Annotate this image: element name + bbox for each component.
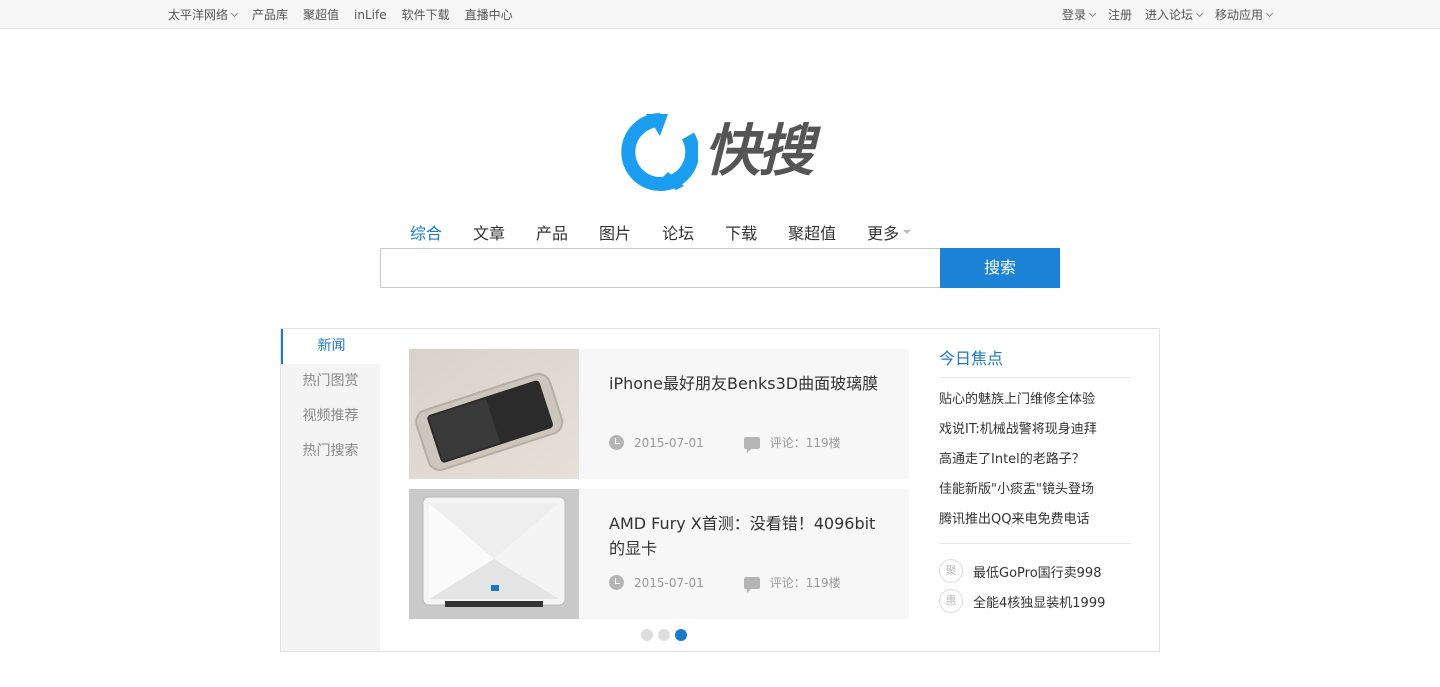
tab-all[interactable]: 综合: [410, 220, 442, 244]
tab-images[interactable]: 图片: [599, 220, 631, 244]
phone-image: [409, 349, 579, 479]
tab-download[interactable]: 下载: [725, 220, 757, 244]
news-title[interactable]: AMD Fury X首测：没看错！4096bit的显卡: [609, 511, 884, 561]
triangle-down-icon: [903, 230, 912, 234]
sidebar-item-hot-search[interactable]: 热门搜索: [281, 434, 380, 469]
login-link[interactable]: 登录: [1062, 6, 1096, 23]
carousel-dot[interactable]: [641, 629, 653, 641]
deal-text: 最低GoPro国行卖998: [973, 565, 1102, 581]
top-nav-bar: 太平洋网络 产品库 聚超值 inLife 软件下载 直播中心 登录 注册 进入论…: [0, 0, 1440, 29]
carousel-dot-active[interactable]: [675, 629, 687, 641]
deal-text: 全能4核独显装机1999: [973, 595, 1106, 611]
site-logo[interactable]: 快搜: [616, 112, 826, 192]
search-input[interactable]: [380, 248, 941, 288]
top-nav-deals[interactable]: 聚超值: [303, 6, 339, 23]
clock-icon: [609, 435, 624, 450]
focus-item[interactable]: 贴心的魅族上门维修全体验: [939, 385, 1131, 415]
search-tabs: 综合 文章 产品 图片 论坛 下载 聚超值 更多: [410, 220, 942, 244]
deal-badge: 聚: [939, 559, 963, 583]
top-nav-live-center[interactable]: 直播中心: [465, 6, 513, 23]
focus-title: 今日焦点: [939, 345, 1131, 378]
sidebar-item-hot-gallery[interactable]: 热门图赏: [281, 364, 380, 399]
clock-icon: [609, 575, 624, 590]
comment-icon: [743, 436, 760, 453]
top-nav-pconline[interactable]: 太平洋网络: [168, 6, 239, 23]
deal-badge: 惠: [939, 589, 963, 613]
router-image: [409, 489, 579, 619]
deal-list: 聚 最低GoPro国行卖998 惠 全能4核独显装机1999: [939, 556, 1131, 616]
sidebar-item-news[interactable]: 新闻: [281, 329, 380, 364]
news-meta: 2015-07-01 评论：119楼: [609, 574, 841, 593]
carousel-dot[interactable]: [658, 629, 670, 641]
search-button[interactable]: 搜索: [940, 248, 1060, 288]
focus-item[interactable]: 佳能新版"小痰盂"镜头登场: [939, 475, 1131, 505]
tab-deals[interactable]: 聚超值: [788, 220, 836, 244]
top-nav-inlife[interactable]: inLife: [354, 6, 387, 23]
tab-more[interactable]: 更多: [867, 220, 912, 244]
focus-item[interactable]: 戏说IT:机械战警将现身迪拜: [939, 415, 1131, 445]
tab-forum[interactable]: 论坛: [662, 220, 694, 244]
chevron-down-icon: [230, 9, 239, 17]
deal-item[interactable]: 聚 最低GoPro国行卖998: [939, 556, 1131, 586]
deal-item[interactable]: 惠 全能4核独显装机1999: [939, 586, 1131, 616]
register-link[interactable]: 注册: [1108, 6, 1132, 23]
enter-forum-link[interactable]: 进入论坛: [1145, 6, 1204, 23]
focus-item[interactable]: 腾讯推出QQ来电免费电话: [939, 505, 1131, 535]
top-nav-software-download[interactable]: 软件下载: [402, 6, 450, 23]
tab-products[interactable]: 产品: [536, 220, 568, 244]
news-card[interactable]: iPhone最好朋友Benks3D曲面玻璃膜 2015-07-01 评论：119…: [409, 349, 909, 479]
today-focus: 今日焦点 贴心的魅族上门维修全体验 戏说IT:机械战警将现身迪拜 高通走了Int…: [939, 345, 1131, 616]
top-nav-product-lib[interactable]: 产品库: [252, 6, 288, 23]
chevron-down-icon: [1088, 9, 1096, 17]
top-nav-right: 登录 注册 进入论坛 移动应用: [1049, 6, 1274, 23]
news-meta: 2015-07-01 评论：119楼: [609, 434, 841, 453]
sidebar-item-video[interactable]: 视频推荐: [281, 399, 380, 434]
content-panel: 新闻 热门图赏 视频推荐 热门搜索 iPhone最好朋友Benks3D曲面玻璃膜…: [280, 328, 1160, 652]
router-thumbnail[interactable]: [409, 489, 579, 619]
comment-icon: [743, 576, 760, 593]
news-comments[interactable]: 评论：119楼: [770, 574, 841, 591]
news-title[interactable]: iPhone最好朋友Benks3D曲面玻璃膜: [609, 371, 884, 396]
top-nav-left: 太平洋网络 产品库 聚超值 inLife 软件下载 直播中心: [168, 6, 528, 23]
mobile-app-link[interactable]: 移动应用: [1215, 6, 1274, 23]
news-date: 2015-07-01: [634, 435, 704, 450]
logo-text: 快搜: [704, 119, 814, 184]
chevron-down-icon: [1195, 9, 1204, 17]
carousel-dots: [641, 629, 687, 641]
focus-list: 贴心的魅族上门维修全体验 戏说IT:机械战警将现身迪拜 高通走了Intel的老路…: [939, 385, 1131, 544]
news-date: 2015-07-01: [634, 575, 704, 590]
news-comments[interactable]: 评论：119楼: [770, 434, 841, 451]
chevron-down-icon: [1265, 9, 1274, 17]
category-sidebar: 新闻 热门图赏 视频推荐 热门搜索: [281, 329, 380, 651]
news-card[interactable]: AMD Fury X首测：没看错！4096bit的显卡 2015-07-01 评…: [409, 489, 909, 619]
refresh-q-icon: [621, 113, 698, 191]
phone-thumbnail[interactable]: [409, 349, 579, 479]
focus-item[interactable]: 高通走了Intel的老路子？: [939, 445, 1131, 475]
tab-articles[interactable]: 文章: [473, 220, 505, 244]
